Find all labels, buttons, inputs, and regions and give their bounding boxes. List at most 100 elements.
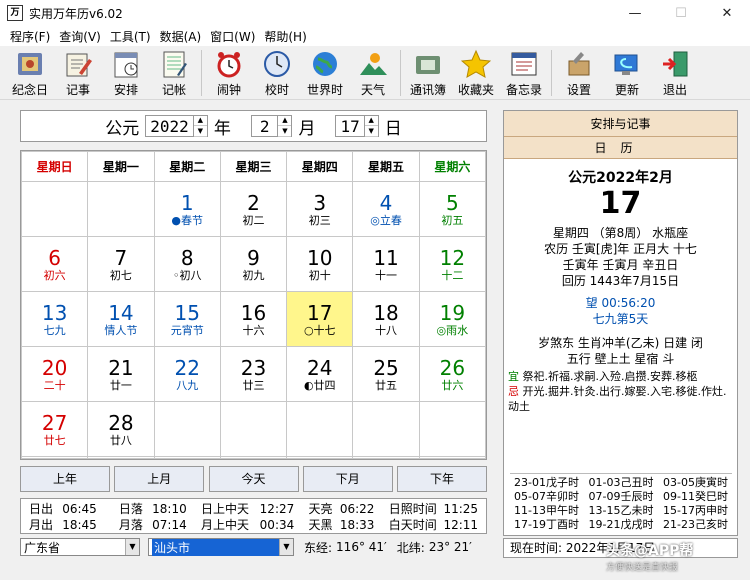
exit-button[interactable]: 退出 (651, 48, 699, 98)
day-cell[interactable]: 27 廿七 (20, 401, 89, 458)
day-cell[interactable]: 22 八九 (153, 346, 221, 403)
lunar-day-label: 廿一 (109, 378, 132, 392)
day-cell[interactable]: 19 ◎雨水 (418, 291, 487, 348)
day-cell[interactable]: 20 二十 (20, 346, 89, 403)
spin-up-icon[interactable]: ▲ (364, 115, 378, 126)
menu-window[interactable]: 窗口(W) (210, 28, 255, 45)
minimize-button[interactable]: — (612, 0, 658, 26)
maximize-button[interactable]: ☐ (658, 0, 704, 26)
day-cell[interactable]: 16 十六 (219, 291, 288, 348)
day-cell[interactable]: 28 廿八 (87, 401, 155, 458)
day-number: 14 (108, 300, 134, 325)
day-cell[interactable]: 10 初十 (286, 236, 354, 293)
moonrise-label: 月出 (29, 518, 54, 532)
day-cell[interactable]: 13 七九 (20, 291, 89, 348)
day-cell[interactable]: 14 情人节 (87, 291, 155, 348)
info-ganzhi-line: 壬寅年 壬寅月 辛丑日 (562, 258, 679, 272)
address-book-button[interactable]: 通讯簿 (404, 48, 452, 98)
favorites-button[interactable]: 收藏夹 (452, 48, 500, 98)
day-number: 6 (48, 245, 61, 270)
day-cell[interactable]: 18 十八 (352, 291, 420, 348)
sunshine-label: 日照时间 (388, 502, 437, 516)
day-cell[interactable]: 9 初九 (219, 236, 288, 293)
month-spinner[interactable]: 2 ▲ ▼ (250, 115, 293, 137)
weekday-header: 星期二 (153, 151, 221, 182)
day-cell[interactable]: 11 十一 (352, 236, 420, 293)
menu-program[interactable]: 程序(F) (10, 28, 50, 45)
day-cell[interactable]: 7 初七 (87, 236, 155, 293)
lunar-day-label: 十二 (441, 268, 464, 282)
empty-day-cell (219, 401, 288, 458)
schedule-notes-tab[interactable]: 安排与记事 (504, 111, 737, 137)
menu-tools[interactable]: 工具(T) (110, 28, 151, 45)
location-bar: 广东省 ▼ 汕头市 ▼ 东经: 116° 41′ 北纬: 23° 21′ (20, 536, 487, 558)
province-select[interactable]: 广东省 ▼ (20, 538, 140, 556)
prev-month-button[interactable]: 上月 (114, 466, 205, 492)
city-select[interactable]: 汕头市 ▼ (148, 538, 294, 556)
day-cell[interactable]: 8 ◦初八 (153, 236, 221, 293)
spin-up-icon[interactable]: ▲ (278, 115, 292, 126)
menu-data[interactable]: 数据(A) (160, 28, 202, 45)
dusk-value: 18:33 (339, 518, 375, 532)
menu-help[interactable]: 帮助(H) (264, 28, 306, 45)
next-month-button[interactable]: 下月 (302, 466, 393, 492)
spin-up-icon[interactable]: ▲ (193, 115, 207, 126)
day-cell[interactable]: 4 ◎立春 (352, 180, 420, 238)
day-cell[interactable]: 6 初六 (20, 236, 89, 293)
day-number: 13 (41, 300, 68, 325)
day-cell[interactable]: 12 十二 (418, 236, 487, 293)
chevron-down-icon[interactable]: ▼ (279, 539, 293, 555)
weekday-header: 星期四 (286, 151, 354, 182)
weekday-header: 星期五 (352, 151, 420, 182)
day-cell[interactable]: 1 ●春节 (153, 180, 221, 238)
day-cell[interactable]: 3 初三 (286, 180, 354, 238)
year-value[interactable]: 2022 (146, 117, 193, 136)
close-button[interactable]: ✕ (704, 0, 750, 26)
alarm-button[interactable]: 闹钟 (205, 48, 253, 98)
toolbar-separator (201, 50, 202, 96)
spin-down-icon[interactable]: ▼ (278, 126, 292, 137)
spin-down-icon[interactable]: ▼ (193, 126, 207, 137)
day-number: 3 (313, 190, 327, 215)
day-cell[interactable]: 2 初二 (219, 180, 288, 238)
notes-button[interactable]: 记事 (54, 48, 102, 98)
lunar-day-label: ◎雨水 (436, 323, 469, 337)
day-cell[interactable]: 25 廿五 (352, 346, 420, 403)
day-cell[interactable]: 21 廿一 (87, 346, 155, 403)
update-button[interactable]: 更新 (603, 48, 651, 98)
chevron-down-icon[interactable]: ▼ (125, 539, 139, 555)
settings-button[interactable]: 设置 (555, 48, 603, 98)
today-button[interactable]: 今天 (208, 466, 299, 492)
year-spinner[interactable]: 2022 ▲ ▼ (145, 115, 208, 137)
next-year-button[interactable]: 下年 (397, 466, 487, 492)
accounts-button[interactable]: 记帐 (150, 48, 198, 98)
day-cell[interactable]: 24 ◐廿四 (286, 346, 354, 403)
memo-button[interactable]: 备忘录 (500, 48, 548, 98)
toolbar-separator (400, 50, 401, 96)
schedule-button[interactable]: 安排 (102, 48, 150, 98)
day-cell[interactable]: 26 廿六 (418, 346, 487, 403)
day-spinner[interactable]: 17 ▲ ▼ (335, 115, 379, 137)
weather-button[interactable]: 天气 (349, 48, 397, 98)
day-cell[interactable]: 15 元宵节 (153, 291, 221, 348)
lunar-day-label: ○十七 (303, 323, 336, 337)
calendar-schedule-icon (109, 48, 143, 79)
lunar-day-label: 元宵节 (170, 323, 204, 337)
lunar-day-label: 二十 (43, 378, 66, 392)
world-time-button[interactable]: 世界时 (301, 48, 349, 98)
prev-year-button[interactable]: 上年 (20, 466, 110, 492)
hour-ganzhi-table: 23-01戊子时 01-03己丑时 03-05庚寅时 05-07辛卯时 07-09壬辰… (510, 473, 732, 533)
day-cell[interactable]: 23 廿三 (219, 346, 288, 403)
day-cell[interactable]: 17 ○十七 (286, 291, 354, 348)
lunar-day-label: ◎立春 (370, 213, 402, 227)
sync-time-button[interactable]: 校时 (253, 48, 301, 98)
spin-down-icon[interactable]: ▼ (364, 126, 378, 137)
anniversary-button[interactable]: 纪念日 (6, 48, 54, 98)
day-cell[interactable]: 5 初五 (418, 180, 487, 238)
month-value[interactable]: 2 (252, 117, 278, 136)
day-value[interactable]: 17 (336, 117, 363, 136)
info-week-line: 星期四 （第8周） 水瓶座 (552, 226, 689, 240)
day-number: 12 (439, 245, 466, 270)
menu-query[interactable]: 查询(V) (59, 28, 101, 45)
address-book-icon (411, 48, 445, 79)
